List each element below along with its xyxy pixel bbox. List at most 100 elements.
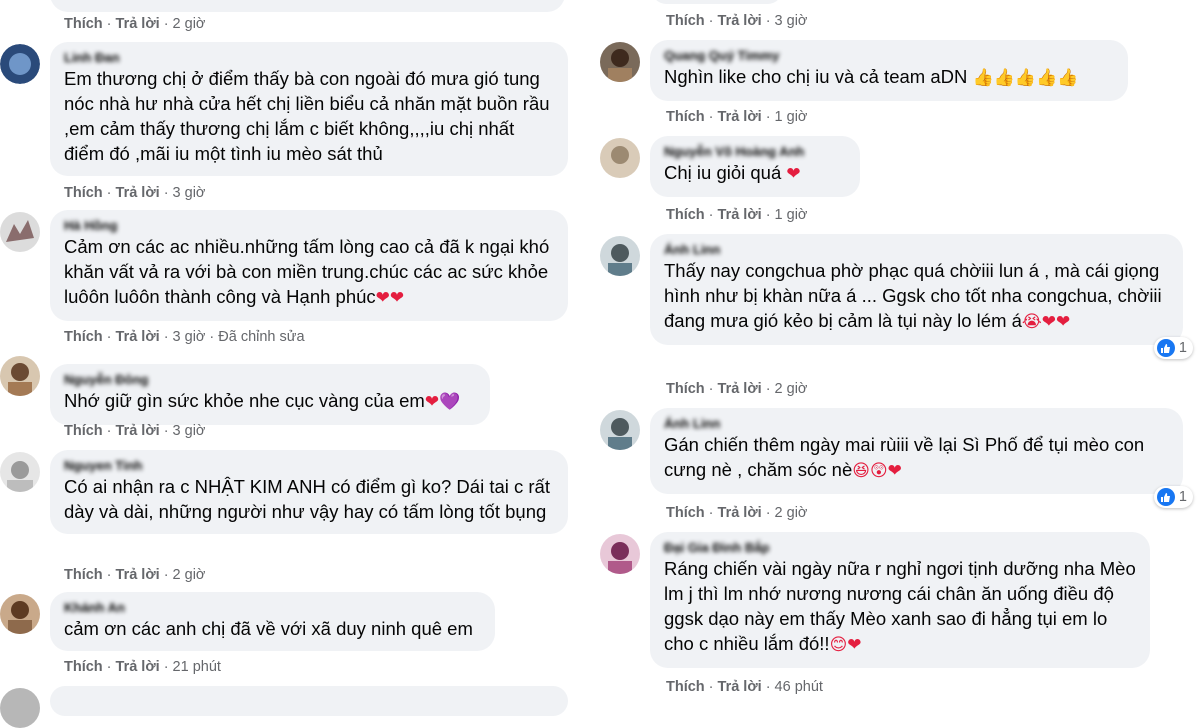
- comment-text: Chị iu giỏi quá ❤: [664, 162, 801, 184]
- avatar[interactable]: [600, 138, 640, 178]
- reply-button[interactable]: Trả lời: [116, 567, 160, 583]
- heart-emoji: ❤: [786, 164, 801, 184]
- comment-bubble: Đại Gia Đình Bắp Ráng chiến vài ngày nữa…: [650, 532, 1150, 668]
- comment-text: Nghìn like cho chị iu và cả team aDN 👍👍👍…: [664, 66, 1079, 88]
- like-reaction-icon: [1156, 339, 1175, 357]
- comment-text: cảm ơn các anh chị đã về với xã duy ninh…: [64, 618, 473, 639]
- avatar[interactable]: [600, 410, 640, 450]
- comment-author[interactable]: Ánh Linn: [664, 242, 1169, 258]
- avatar[interactable]: [600, 236, 640, 276]
- comment-time: 3 giờ: [172, 423, 206, 439]
- comment-author[interactable]: Đại Gia Đình Bắp: [664, 540, 1136, 556]
- like-button[interactable]: Thích: [666, 109, 705, 125]
- reply-button[interactable]: Trả lời: [718, 381, 762, 397]
- comment-bubble: Linh Đan Em thương chị ở điểm thấy bà co…: [50, 42, 568, 176]
- reply-button[interactable]: Trả lời: [718, 109, 762, 125]
- reply-button[interactable]: Trả lời: [116, 423, 160, 439]
- comment-actions: Thích · Trả lời · 3 giờ: [64, 423, 206, 439]
- comment-actions: Thích · Trả lời · 3 giờ · Đã chỉnh sửa: [64, 329, 305, 345]
- comment-actions: Thích · Trả lời · 46 phút: [666, 679, 823, 695]
- like-button[interactable]: Thích: [666, 13, 705, 29]
- comment-time: 2 giờ: [172, 567, 206, 583]
- like-button[interactable]: Thích: [64, 659, 103, 675]
- reply-button[interactable]: Trả lời: [116, 329, 160, 345]
- reaction-count[interactable]: 1: [1153, 337, 1193, 359]
- avatar[interactable]: [600, 534, 640, 574]
- avatar[interactable]: [0, 594, 40, 634]
- comment-author[interactable]: Nguyen Tinh: [64, 458, 554, 474]
- comment-author[interactable]: Khánh An: [64, 600, 481, 616]
- comment-time: 2 giờ: [774, 505, 808, 521]
- comment-actions: Thích · Trả lời · 1 giờ: [666, 207, 808, 223]
- comment-time: 46 phút: [774, 679, 823, 695]
- comment-actions: Thích · Trả lời · 21 phút: [64, 659, 221, 675]
- comment-bubble: Khánh An cảm ơn các anh chị đã về với xã…: [50, 592, 495, 651]
- comment-text: Thấy nay congchua phờ phạc quá chờiii lu…: [664, 260, 1162, 332]
- comment-text: Em thương chị ở điểm thấy bà con ngoài đ…: [64, 68, 550, 164]
- like-reaction-icon: [1156, 488, 1175, 506]
- reply-button[interactable]: Trả lời: [116, 659, 160, 675]
- comment-bubble: Nguyễn Đông Nhớ giữ gìn sức khỏe nhe cục…: [50, 364, 490, 425]
- avatar[interactable]: [0, 688, 40, 728]
- comment-text: Cảm ơn các ac nhiều.những tấm lòng cao c…: [64, 236, 550, 308]
- comment-bubble: [50, 686, 568, 716]
- reaction-count[interactable]: 1: [1153, 486, 1193, 508]
- avatar[interactable]: [600, 42, 640, 82]
- reply-button[interactable]: Trả lời: [116, 16, 160, 32]
- comment-bubble: Quang Quý Timmy Nghìn like cho chị iu và…: [650, 40, 1128, 101]
- comment-author[interactable]: Quang Quý Timmy: [664, 48, 1114, 64]
- comment-time: 2 giờ: [172, 16, 206, 32]
- avatar[interactable]: [0, 356, 40, 396]
- previous-comment-actions: Thích · Trả lời · 3 giờ: [666, 13, 808, 29]
- heart-emoji: ❤💜: [424, 392, 461, 412]
- avatar[interactable]: [0, 212, 40, 252]
- comment-bubble: Ánh Linn Thấy nay congchua phờ phạc quá …: [650, 234, 1193, 359]
- previous-comment-actions: Thích · Trả lời · 2 giờ: [64, 16, 206, 32]
- comment-bubble: Hà Hồng Cảm ơn các ac nhiều.những tấm lò…: [50, 210, 568, 321]
- edited-label[interactable]: Đã chỉnh sửa: [218, 329, 304, 345]
- right-comment-column: Thích · Trả lời · 3 giờ Quang Quý Timmy Nghì…: [600, 0, 1200, 700]
- comment-author[interactable]: Nguyễn Đông: [64, 372, 476, 388]
- like-button[interactable]: Thích: [64, 423, 103, 439]
- reply-button[interactable]: Trả lời: [718, 679, 762, 695]
- comment-time: 2 giờ: [774, 381, 808, 397]
- heart-emoji: ❤❤: [375, 288, 405, 308]
- comment-bubble: Ánh Linn Gán chiến thêm ngày mai rùiii v…: [650, 408, 1193, 508]
- like-button[interactable]: Thích: [666, 381, 705, 397]
- comment-time: 3 giờ: [172, 329, 206, 345]
- reply-button[interactable]: Trả lời: [718, 505, 762, 521]
- comment-actions: Thích · Trả lời · 2 giờ: [666, 505, 808, 521]
- like-button[interactable]: Thích: [64, 567, 103, 583]
- comment-text: Ráng chiến vài ngày nữa r nghỉ ngơi tịnh…: [664, 558, 1136, 655]
- like-button[interactable]: Thích: [64, 329, 103, 345]
- previous-comment-bubble: [652, 0, 782, 4]
- emoji-sequence: 😊❤: [829, 635, 862, 655]
- reply-button[interactable]: Trả lời: [718, 207, 762, 223]
- comment-actions: Thích · Trả lời · 1 giờ: [666, 109, 808, 125]
- comment-author[interactable]: Ánh Linn: [664, 416, 1169, 432]
- like-button[interactable]: Thích: [666, 679, 705, 695]
- thumbs-up-emoji: 👍👍👍👍👍: [972, 68, 1079, 88]
- comment-text: Gán chiến thêm ngày mai rùiii về lại Sì …: [664, 434, 1145, 481]
- comment-time: 3 giờ: [172, 185, 206, 201]
- like-button[interactable]: Thích: [64, 185, 103, 201]
- avatar[interactable]: [0, 452, 40, 492]
- comment-time: 21 phút: [172, 659, 221, 675]
- comment-actions: Thích · Trả lời · 2 giờ: [64, 567, 206, 583]
- comment-time: 3 giờ: [774, 13, 808, 29]
- reply-button[interactable]: Trả lời: [116, 185, 160, 201]
- comment-author[interactable]: Hà Hồng: [64, 218, 554, 234]
- avatar[interactable]: [0, 44, 40, 84]
- left-comment-column: Thích · Trả lời · 2 giờ Linh Đan Em thương c…: [0, 0, 580, 728]
- like-button[interactable]: Thích: [666, 207, 705, 223]
- emoji-sequence: 😭❤❤: [1021, 312, 1071, 332]
- comment-time: 1 giờ: [774, 109, 808, 125]
- previous-comment-bubble: [50, 0, 565, 12]
- like-button[interactable]: Thích: [666, 505, 705, 521]
- emoji-sequence: 😆😲❤: [852, 461, 902, 481]
- like-button[interactable]: Thích: [64, 16, 103, 32]
- comment-author[interactable]: Linh Đan: [64, 50, 554, 66]
- comment-author[interactable]: Nguyễn Võ Hoàng Anh: [664, 144, 846, 160]
- comment-actions: Thích · Trả lời · 2 giờ: [666, 381, 808, 397]
- reply-button[interactable]: Trả lời: [718, 13, 762, 29]
